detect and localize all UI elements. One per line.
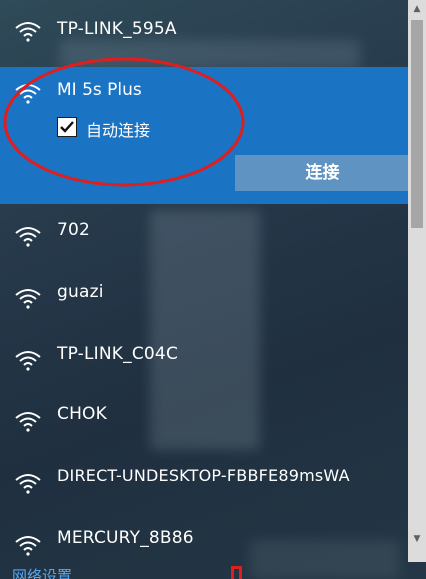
network-item-tp-link-595a[interactable]: TP-LINK_595A (0, 0, 408, 62)
network-item-702[interactable]: 702 (0, 205, 408, 267)
network-ssid: DIRECT-UNDESKTOP-FBBFE89msWA (57, 466, 350, 485)
network-item-mi-5s-plus-selected[interactable]: MI 5s Plus 自动连接 连接 (0, 67, 410, 204)
scrollbar-thumb[interactable] (411, 20, 423, 228)
scrollbar[interactable]: ▲ ▼ (408, 0, 426, 562)
network-settings-link[interactable]: 网络设置 (12, 565, 72, 579)
wifi-icon (15, 84, 41, 104)
wifi-icon (15, 536, 41, 556)
network-ssid: MERCURY_8B86 (57, 528, 194, 548)
connect-button[interactable]: 连接 (235, 155, 410, 191)
network-ssid: CHOK (57, 404, 107, 424)
checkmark-icon (60, 121, 74, 133)
wifi-network-list: TP-LINK_595A MI 5s Plus 自动连接 连接 702 guaz… (0, 0, 410, 579)
wifi-icon (15, 474, 41, 494)
wifi-icon (15, 351, 41, 371)
network-ssid: TP-LINK_595A (57, 19, 177, 39)
network-item-direct-undesktop[interactable]: DIRECT-UNDESKTOP-FBBFE89msWA (0, 452, 408, 514)
network-ssid: MI 5s Plus (57, 80, 142, 100)
auto-connect-label: 自动连接 (86, 121, 151, 140)
network-item-chok[interactable]: CHOK (0, 390, 408, 452)
network-ssid: TP-LINK_C04C (57, 344, 179, 364)
auto-connect-checkbox[interactable] (57, 117, 77, 137)
annotation-mark (231, 566, 242, 579)
wifi-icon (15, 412, 41, 432)
network-item-guazi[interactable]: guazi (0, 267, 408, 329)
wifi-icon (15, 227, 41, 247)
network-ssid: guazi (57, 282, 104, 302)
network-item-tp-link-c04c[interactable]: TP-LINK_C04C (0, 329, 408, 391)
chevron-down-icon[interactable]: ▼ (408, 530, 426, 548)
wifi-icon (15, 22, 41, 42)
chevron-up-icon[interactable]: ▲ (408, 0, 426, 18)
wifi-icon (15, 289, 41, 309)
network-ssid: 702 (57, 220, 91, 240)
